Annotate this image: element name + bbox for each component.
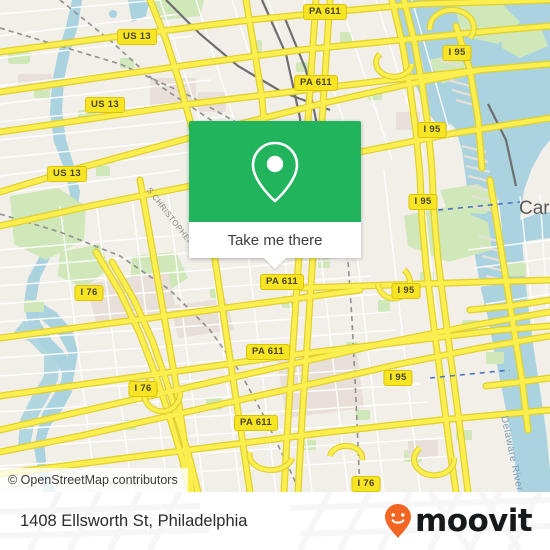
footer-bar: 1408 Ellsworth St, Philadelphia moovit — [0, 492, 550, 550]
road-shield: PA 611 — [234, 415, 278, 431]
map-canvas[interactable]: PA 611 US 13 I 95 PA 611 US 13 I 95 US 1… — [0, 0, 550, 492]
location-callout[interactable]: Take me there — [189, 121, 361, 269]
map-attribution[interactable]: © OpenStreetMap contributors — [0, 468, 188, 492]
road-shield: I 76 — [128, 381, 158, 397]
place-label-camden: Car — [519, 198, 550, 219]
road-shield: PA 611 — [303, 4, 347, 20]
road-shield: PA 611 — [246, 344, 290, 360]
take-me-there-button[interactable]: Take me there — [189, 222, 361, 258]
road-shield: I 95 — [417, 122, 447, 138]
road-shield: I 95 — [391, 283, 421, 299]
road-shield: PA 611 — [294, 75, 338, 91]
road-shield: US 13 — [117, 29, 157, 45]
road-shield: I 95 — [408, 194, 438, 210]
road-shield: US 13 — [85, 97, 125, 113]
road-shield: I 76 — [351, 476, 381, 492]
road-shield: US 13 — [47, 166, 87, 182]
road-shield: I 95 — [383, 370, 413, 386]
callout-tail — [264, 258, 286, 269]
moovit-wordmark: moovit — [415, 502, 533, 539]
road-shield: I 76 — [74, 285, 104, 301]
moovit-map-screen: PA 611 US 13 I 95 PA 611 US 13 I 95 US 1… — [0, 0, 550, 550]
road-shield: I 95 — [442, 45, 472, 61]
moovit-brand: moovit — [383, 502, 533, 539]
moovit-smiley-pin-icon — [385, 504, 412, 538]
map-pin-icon — [251, 141, 299, 202]
address-label: 1408 Ellsworth St, Philadelphia — [20, 511, 248, 530]
road-shield: PA 611 — [260, 274, 304, 290]
callout-icon-panel — [189, 121, 361, 222]
take-me-there-label: Take me there — [227, 231, 323, 249]
